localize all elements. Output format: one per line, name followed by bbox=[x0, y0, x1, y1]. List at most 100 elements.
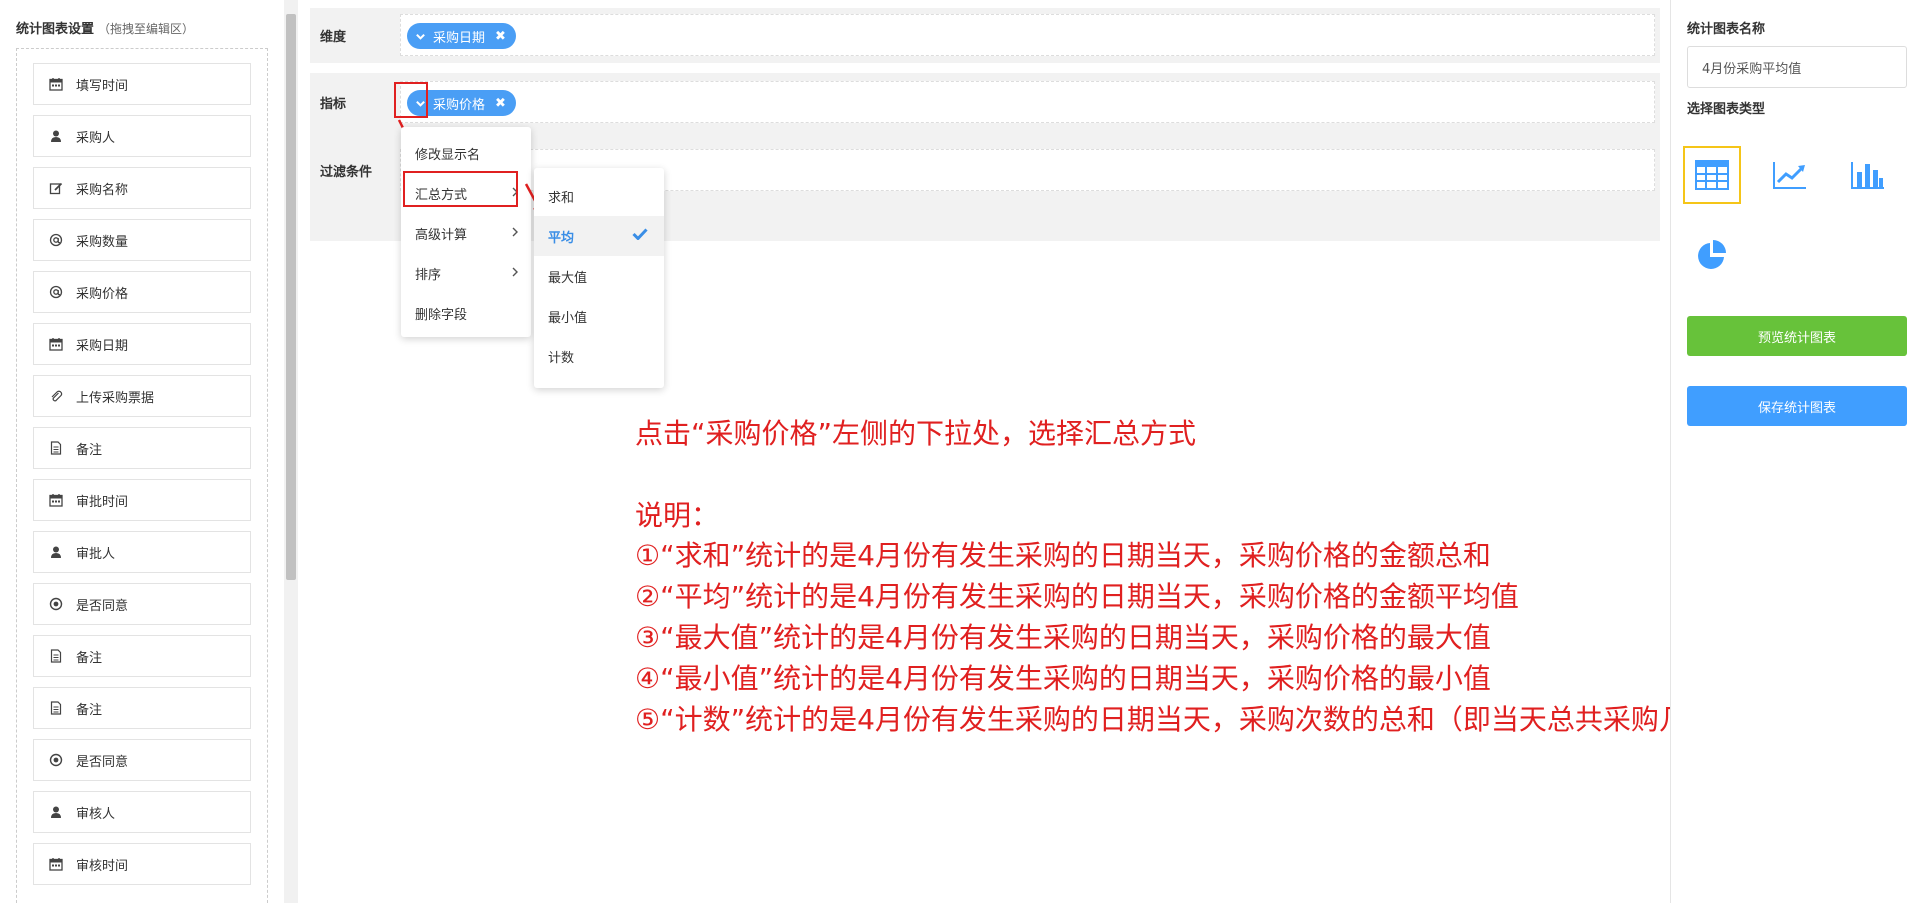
menu-item[interactable]: 修改显示名 bbox=[401, 133, 531, 173]
field-item-label: 采购名称 bbox=[76, 182, 129, 198]
close-icon[interactable]: ✖ bbox=[495, 29, 506, 44]
menu-item-label: 修改显示名 bbox=[415, 147, 481, 163]
field-item[interactable]: 采购价格 bbox=[33, 271, 251, 313]
menu-item-label: 删除字段 bbox=[415, 307, 468, 323]
field-item-label: 是否同意 bbox=[76, 754, 129, 770]
chevron-down-icon[interactable] bbox=[411, 27, 429, 45]
palette-title: 统计图表设置 （拖拽至编辑区） bbox=[16, 18, 194, 37]
at-icon bbox=[48, 284, 64, 300]
chart-name-label: 统计图表名称 bbox=[1687, 22, 1766, 37]
field-item-label: 备注 bbox=[76, 702, 103, 718]
paperclip-icon bbox=[48, 388, 64, 404]
calendar-icon bbox=[48, 856, 64, 872]
field-item[interactable]: 审批时间 bbox=[33, 479, 251, 521]
field-item[interactable]: 是否同意 bbox=[33, 583, 251, 625]
palette-title-text: 统计图表设置 bbox=[16, 22, 95, 37]
field-item-label: 备注 bbox=[76, 650, 103, 666]
aggregate-option-label: 求和 bbox=[548, 190, 575, 206]
annotation-line: ③“最大值”统计的是4月份有发生采购的日期当天，采购价格的最大值 bbox=[635, 621, 1491, 654]
calendar-icon bbox=[48, 492, 64, 508]
document-icon bbox=[48, 648, 64, 664]
field-palette: 统计图表设置 （拖拽至编辑区） 填写时间采购人采购名称采购数量采购价格采购日期上传… bbox=[0, 0, 280, 903]
metric-label: 指标 bbox=[320, 97, 347, 112]
field-item-label: 审核时间 bbox=[76, 858, 129, 874]
chevron-right-icon bbox=[511, 265, 519, 281]
aggregate-option[interactable]: 平均 bbox=[534, 216, 664, 256]
aggregate-option[interactable]: 最大值 bbox=[534, 256, 664, 296]
annotation-line: ①“求和”统计的是4月份有发生采购的日期当天，采购价格的金额总和 bbox=[635, 539, 1491, 572]
at-icon bbox=[48, 232, 64, 248]
pie-chart-icon[interactable] bbox=[1683, 226, 1741, 284]
annotation-line: ④“最小值”统计的是4月份有发生采购的日期当天，采购价格的最小值 bbox=[635, 662, 1491, 695]
aggregate-option[interactable]: 最小值 bbox=[534, 296, 664, 336]
field-item[interactable]: 审批人 bbox=[33, 531, 251, 573]
field-item-label: 采购人 bbox=[76, 130, 116, 146]
field-list: 填写时间 采购人 采购名称 采购数量 采购价格 采购日期 上传采购票据 备注 审批时间 审批人 是否… bbox=[16, 48, 268, 903]
chart-name-input[interactable] bbox=[1687, 46, 1907, 88]
check-icon bbox=[632, 228, 648, 244]
annotation-line: ⑤“计数”统计的是4月份有发生采购的日期当天，采购次数的总和（即当天总共采购几次… bbox=[635, 703, 1726, 736]
palette-subtitle: （拖拽至编辑区） bbox=[98, 22, 195, 36]
field-context-menu: 修改显示名 汇总方式 高级计算 排序 删除字段 bbox=[401, 127, 531, 337]
bar-chart-icon[interactable] bbox=[1839, 146, 1897, 204]
edit-icon bbox=[48, 180, 64, 196]
menu-item-label: 高级计算 bbox=[415, 227, 468, 243]
field-item-label: 备注 bbox=[76, 442, 103, 458]
dimension-row: 维度 采购日期 ✖ bbox=[310, 8, 1660, 63]
field-item[interactable]: 备注 bbox=[33, 635, 251, 677]
annotation-headline: 点击“采购价格”左侧的下拉处，选择汇总方式 bbox=[635, 417, 1197, 450]
field-item-label: 审批人 bbox=[76, 546, 116, 562]
user-icon bbox=[48, 544, 64, 560]
field-item-label: 是否同意 bbox=[76, 598, 129, 614]
menu-item-label: 排序 bbox=[415, 267, 442, 283]
scrollbar-thumb[interactable] bbox=[286, 14, 296, 580]
save-chart-button[interactable]: 保存统计图表 bbox=[1687, 386, 1907, 426]
menu-item[interactable]: 排序 bbox=[401, 253, 531, 293]
field-item[interactable]: 采购日期 bbox=[33, 323, 251, 365]
field-item-label: 采购日期 bbox=[76, 338, 129, 354]
field-item-label: 填写时间 bbox=[76, 78, 129, 94]
line-chart-icon[interactable] bbox=[1761, 146, 1819, 204]
dimension-label: 维度 bbox=[320, 30, 347, 45]
dimension-drop-zone[interactable]: 采购日期 ✖ bbox=[400, 14, 1655, 56]
close-icon[interactable]: ✖ bbox=[495, 96, 506, 111]
calendar-icon bbox=[48, 336, 64, 352]
radio-icon bbox=[48, 752, 64, 768]
chart-type-label: 选择图表类型 bbox=[1687, 102, 1766, 117]
document-icon bbox=[48, 440, 64, 456]
aggregate-option[interactable]: 计数 bbox=[534, 336, 664, 376]
field-item[interactable]: 上传采购票据 bbox=[33, 375, 251, 417]
field-item[interactable]: 采购名称 bbox=[33, 167, 251, 209]
radio-icon bbox=[48, 596, 64, 612]
highlight-aggregate-item bbox=[403, 171, 518, 207]
field-item[interactable]: 备注 bbox=[33, 427, 251, 469]
user-icon bbox=[48, 128, 64, 144]
document-icon bbox=[48, 700, 64, 716]
chevron-right-icon bbox=[511, 225, 519, 241]
user-icon bbox=[48, 804, 64, 820]
dimension-tag[interactable]: 采购日期 ✖ bbox=[407, 23, 516, 49]
preview-chart-button[interactable]: 预览统计图表 bbox=[1687, 316, 1907, 356]
field-item[interactable]: 填写时间 bbox=[33, 63, 251, 105]
table-icon[interactable] bbox=[1683, 146, 1741, 204]
chart-settings-panel: 统计图表名称 选择图表类型 预览统计图表 保存统计图表 bbox=[1670, 0, 1908, 903]
aggregate-option-label: 最小值 bbox=[548, 310, 588, 326]
highlight-dropdown-box bbox=[394, 82, 428, 118]
menu-item[interactable]: 删除字段 bbox=[401, 293, 531, 333]
menu-item[interactable]: 高级计算 bbox=[401, 213, 531, 253]
aggregate-option[interactable]: 求和 bbox=[534, 176, 664, 216]
metric-drop-zone[interactable]: 采购价格 ✖ bbox=[400, 81, 1655, 123]
annotation-note-title: 说明： bbox=[635, 499, 720, 532]
editor-area: 维度 采购日期 ✖ 指标 采购价格 ✖ 过滤条件 修改显示名 汇总方式 高级计算 排序… bbox=[300, 0, 1726, 903]
field-item[interactable]: 采购人 bbox=[33, 115, 251, 157]
metric-tag-label: 采购价格 bbox=[433, 97, 486, 113]
field-item-label: 采购数量 bbox=[76, 234, 129, 250]
field-item[interactable]: 审核时间 bbox=[33, 843, 251, 885]
field-item[interactable]: 审核人 bbox=[33, 791, 251, 833]
dimension-tag-label: 采购日期 bbox=[433, 30, 486, 46]
field-item[interactable]: 是否同意 bbox=[33, 739, 251, 781]
field-item[interactable]: 备注 bbox=[33, 687, 251, 729]
field-item[interactable]: 采购数量 bbox=[33, 219, 251, 261]
aggregate-option-label: 计数 bbox=[548, 350, 575, 366]
field-item-label: 采购价格 bbox=[76, 286, 129, 302]
